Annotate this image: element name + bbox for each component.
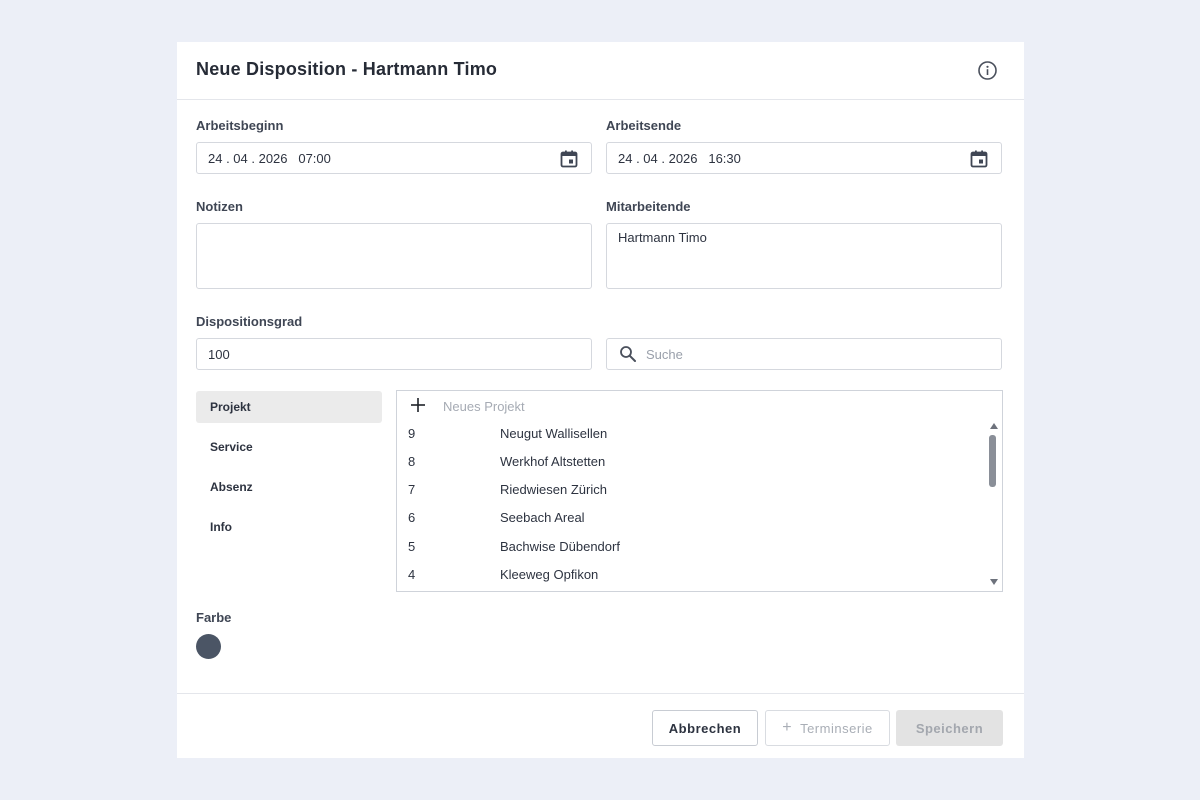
- notes-textarea[interactable]: [196, 223, 592, 289]
- start-datetime-value: 24 . 04 . 2026 07:00: [208, 151, 331, 166]
- start-label: Arbeitsbeginn: [196, 118, 284, 133]
- end-datetime-value: 24 . 04 . 2026 16:30: [618, 151, 741, 166]
- project-number: 5: [408, 539, 416, 554]
- list-item[interactable]: 9 Neugut Wallisellen: [397, 420, 987, 448]
- category-tabs: Projekt Service Absenz Info: [196, 391, 382, 551]
- scroll-up-arrow-icon[interactable]: [990, 423, 998, 429]
- tab-service[interactable]: Service: [196, 431, 382, 463]
- project-name: Bachwise Dübendorf: [500, 539, 620, 554]
- save-button[interactable]: Speichern: [896, 710, 1003, 746]
- start-datetime-field[interactable]: 24 . 04 . 2026 07:00: [196, 142, 592, 174]
- project-list: Neues Projekt 9 Neugut Wallisellen 8 Wer…: [396, 390, 1003, 592]
- list-item[interactable]: 5 Bachwise Dübendorf: [397, 533, 987, 561]
- end-label: Arbeitsende: [606, 118, 682, 133]
- project-name: Seebach Areal: [500, 510, 585, 525]
- project-number: 6: [408, 510, 416, 525]
- dialog-title: Neue Disposition - Hartmann Timo: [196, 59, 498, 79]
- degree-label: Dispositionsgrad: [196, 314, 303, 329]
- info-icon[interactable]: [977, 60, 998, 81]
- list-item[interactable]: 4 Kleeweg Opfikon: [397, 561, 987, 589]
- notes-label: Notizen: [196, 199, 243, 214]
- project-name: Neugut Wallisellen: [500, 426, 608, 441]
- color-swatch[interactable]: [196, 634, 221, 659]
- plus-icon: [411, 398, 425, 412]
- list-scrollbar[interactable]: [987, 419, 1002, 591]
- project-number: 4: [408, 567, 416, 582]
- tab-info[interactable]: Info: [196, 511, 382, 543]
- calendar-icon[interactable]: [559, 149, 579, 169]
- list-item[interactable]: 8 Werkhof Altstetten: [397, 448, 987, 476]
- dialog-footer: Abbrechen + Terminserie Speichern: [177, 693, 1024, 758]
- new-project-label: Neues Projekt: [443, 399, 525, 414]
- list-item[interactable]: 6 Seebach Areal: [397, 504, 987, 532]
- project-name: Riedwiesen Zürich: [500, 482, 607, 497]
- new-disposition-dialog: Neue Disposition - Hartmann Timo Arbeits…: [177, 42, 1024, 758]
- scrollbar-thumb[interactable]: [989, 435, 996, 487]
- search-field: [606, 338, 1002, 370]
- appointment-series-button[interactable]: + Terminserie: [765, 710, 890, 746]
- project-name: Werkhof Altstetten: [500, 454, 606, 469]
- staff-label: Mitarbeitende: [606, 199, 691, 214]
- list-item[interactable]: 7 Riedwiesen Zürich: [397, 476, 987, 504]
- end-datetime-field[interactable]: 24 . 04 . 2026 16:30: [606, 142, 1002, 174]
- project-name: Kleeweg Opfikon: [500, 567, 599, 582]
- new-project-button[interactable]: Neues Projekt: [397, 391, 987, 421]
- dialog-header: Neue Disposition - Hartmann Timo: [177, 42, 1024, 100]
- calendar-icon[interactable]: [969, 149, 989, 169]
- project-number: 8: [408, 454, 416, 469]
- scroll-down-arrow-icon[interactable]: [990, 579, 998, 585]
- project-number: 9: [408, 426, 416, 441]
- appointment-series-label: Terminserie: [800, 720, 873, 736]
- project-number: 7: [408, 482, 416, 497]
- color-label: Farbe: [196, 610, 232, 625]
- cancel-button[interactable]: Abbrechen: [652, 710, 758, 746]
- search-input[interactable]: [606, 338, 1002, 370]
- tab-absenz[interactable]: Absenz: [196, 471, 382, 503]
- plus-icon: +: [782, 719, 793, 736]
- degree-input[interactable]: [196, 338, 592, 370]
- search-icon: [619, 345, 637, 363]
- tab-projekt[interactable]: Projekt: [196, 391, 382, 423]
- staff-textarea[interactable]: Hartmann Timo: [606, 223, 1002, 289]
